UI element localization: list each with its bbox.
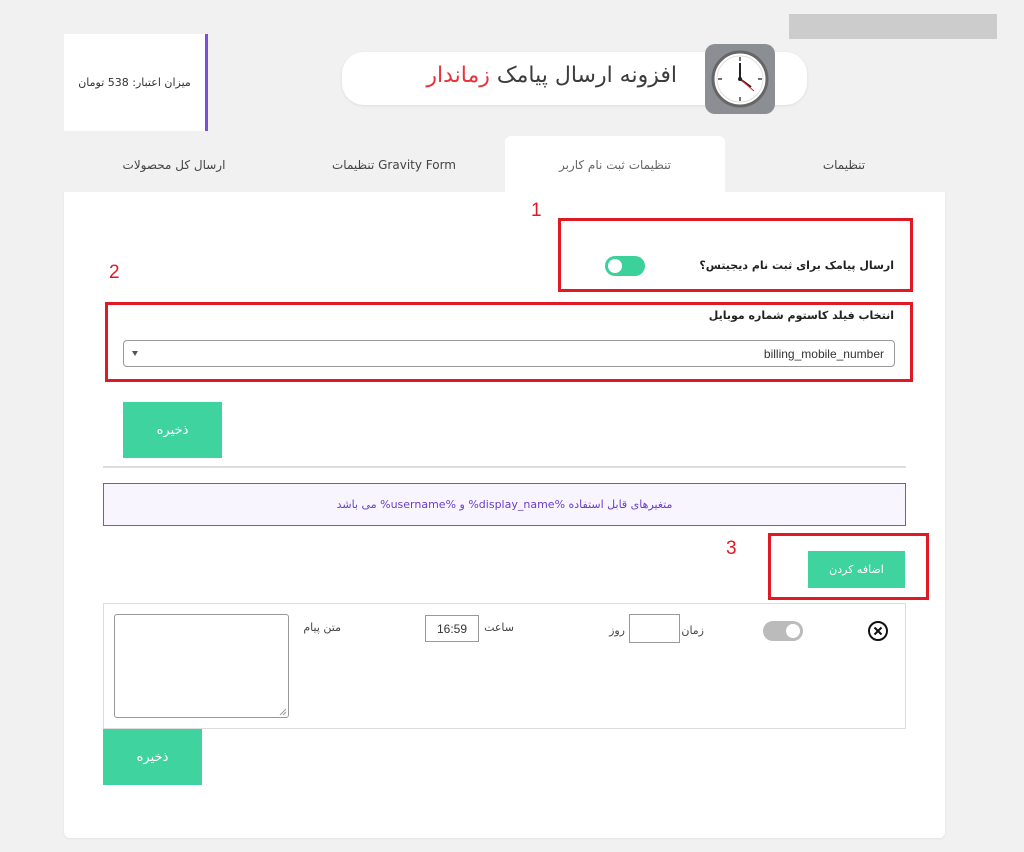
tab-user-registration[interactable]: تنظیمات ثبت نام کاربر	[505, 136, 725, 193]
digits-sms-toggle[interactable]	[605, 256, 645, 276]
close-icon[interactable]	[867, 620, 889, 642]
clock-icon	[705, 44, 775, 114]
chevron-down-icon	[132, 351, 138, 356]
annotation-number-3: 3	[726, 538, 737, 559]
digits-toggle-label: ارسال پیامک برای ثبت نام دیجیتس؟	[699, 259, 894, 272]
top-gray-bar	[789, 14, 997, 39]
message-label: متن پیام	[303, 621, 341, 634]
row-enable-toggle[interactable]	[763, 621, 803, 641]
tab-bar: تنظیمات تنظیمات ثبت نام کاربر تنظیمات Gr…	[64, 136, 945, 193]
tab-gravity-form[interactable]: تنظیمات Gravity Form	[294, 136, 494, 193]
title-accent: زماندار	[426, 63, 490, 88]
tab-send-all-products[interactable]: ارسال کل محصولات	[74, 136, 274, 193]
save-button-bottom[interactable]: ذخیره	[103, 729, 202, 785]
day-label: روز	[609, 624, 625, 637]
hour-label: ساعت	[484, 621, 514, 634]
day-input[interactable]	[629, 614, 680, 643]
annotation-box-1	[558, 218, 913, 292]
annotation-number-1: 1	[531, 200, 542, 221]
credit-box: میزان اعتبار: 538 تومان	[64, 34, 208, 131]
save-button-top[interactable]: ذخیره	[123, 402, 222, 458]
divider	[103, 466, 906, 468]
mobile-field-label: انتخاب فیلد کاستوم شماره موبایل	[708, 309, 894, 322]
variables-info-text: متغیرهای قابل استفاده %display_name% و %…	[336, 498, 673, 511]
tab-settings[interactable]: تنظیمات	[744, 136, 944, 193]
add-button[interactable]: اضافه کردن	[808, 551, 905, 588]
mobile-field-value: billing_mobile_number	[763, 346, 884, 361]
credit-text: میزان اعتبار: 538 تومان	[78, 76, 191, 89]
resize-handle-icon[interactable]	[279, 708, 287, 716]
time-label: زمان	[681, 624, 704, 637]
title-main: افزونه ارسال پیامک	[489, 63, 677, 88]
hour-input[interactable]: 16:59	[425, 615, 479, 642]
message-textarea[interactable]	[114, 614, 289, 718]
variables-info-box: متغیرهای قابل استفاده %display_name% و %…	[103, 483, 906, 526]
mobile-field-select[interactable]: billing_mobile_number	[123, 340, 895, 367]
annotation-number-2: 2	[109, 262, 120, 283]
page-title: افزونه ارسال پیامک زماندار	[426, 63, 677, 88]
